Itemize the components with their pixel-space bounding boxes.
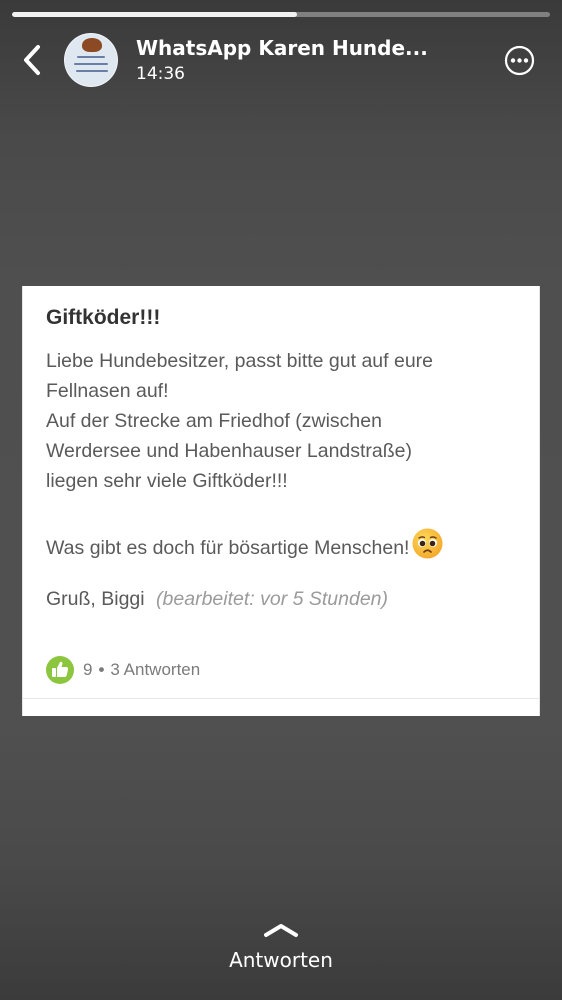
post-line-with-emoji: Was gibt es doch für bösartige Menschen! — [46, 527, 526, 569]
post-card: Giftköder!!! Liebe Hundebesitzer, passt … — [22, 286, 540, 716]
post-line: Was gibt es doch für bösartige Menschen! — [46, 537, 410, 559]
post-signature: Gruß, Biggi (bearbeitet: vor 5 Stunden) — [46, 588, 388, 611]
separator: • — [98, 660, 105, 679]
reply-button[interactable]: Antworten — [0, 910, 562, 980]
avatar[interactable] — [64, 33, 118, 87]
more-options-icon — [504, 45, 535, 76]
avatar-text-line — [76, 70, 108, 72]
chat-title[interactable]: WhatsApp Karen Hunde... — [136, 36, 428, 60]
replies-count[interactable]: 3 Antworten — [110, 660, 200, 680]
story-progress-fill — [12, 12, 298, 17]
card-divider — [23, 698, 539, 699]
post-line: Liebe Hundebesitzer, passt bitte gut auf… — [46, 350, 434, 372]
story-time: 14:36 — [136, 64, 185, 84]
reply-label: Antworten — [229, 948, 333, 972]
edited-note: (bearbeitet: vor 5 Stunden) — [156, 588, 389, 610]
chevron-left-icon — [24, 45, 40, 75]
post-line: Fellnasen auf! — [46, 380, 169, 402]
like-count: 9 — [83, 660, 93, 679]
post-line: liegen sehr viele Giftköder!!! — [46, 470, 288, 492]
avatar-text-line — [74, 63, 108, 65]
thumbs-up-icon[interactable] — [45, 655, 75, 685]
dog-avatar-icon — [82, 38, 102, 52]
post-body: Liebe Hundebesitzer, passt bitte gut auf… — [46, 346, 526, 569]
post-title: Giftköder!!! — [46, 306, 161, 329]
avatar-text-line — [77, 56, 105, 58]
pleading-face-icon — [411, 527, 444, 569]
more-options-button[interactable] — [504, 45, 535, 76]
post-line: Auf der Strecke am Friedhof (zwischen — [46, 410, 382, 432]
signature-text: Gruß, Biggi — [46, 588, 145, 610]
story-progress-bar — [12, 12, 550, 17]
chevron-up-icon — [264, 924, 298, 937]
post-line: Werdersee und Habenhauser Landstraße) — [46, 440, 413, 462]
story-header: WhatsApp Karen Hunde... 14:36 — [0, 30, 562, 92]
reactions-bar[interactable]: 9 • 3 Antworten — [45, 654, 200, 686]
back-button[interactable] — [18, 42, 48, 78]
